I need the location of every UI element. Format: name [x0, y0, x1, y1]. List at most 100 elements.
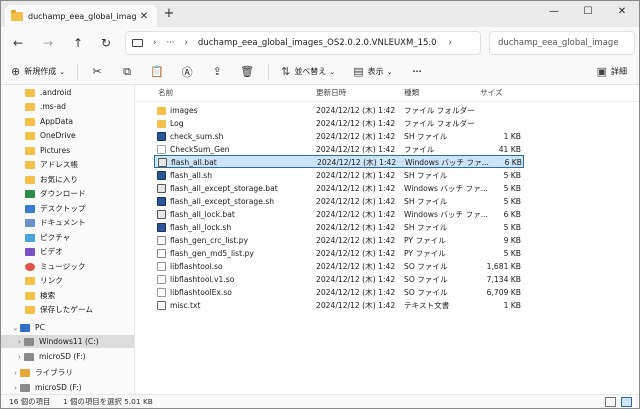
sidebar-item-links[interactable]: リンク	[1, 274, 134, 287]
file-row[interactable]: misc.txt 2024/12/12 (木) 1:42 テキスト文書 1 KB	[154, 299, 524, 312]
library-file-icon	[157, 262, 166, 271]
chevron-right-icon[interactable]: ›	[11, 369, 20, 377]
file-row[interactable]: flash_all_lock.sh 2024/12/12 (木) 1:42 SH…	[154, 221, 524, 234]
chevron-right-icon[interactable]: ›	[15, 338, 24, 346]
file-date: 2024/12/12 (木) 1:42	[316, 184, 396, 193]
sidebar-item-documents[interactable]: ドキュメント	[1, 216, 134, 229]
file-size: 7,134 KB	[486, 275, 521, 284]
file-row[interactable]: flash_gen_md5_list.py 2024/12/12 (木) 1:4…	[154, 247, 524, 260]
paste-icon[interactable]: 📋	[142, 65, 172, 78]
view-button[interactable]: ▤ 表示 ⌄	[353, 65, 392, 78]
sort-button[interactable]: ⇅ 並べ替え ⌄	[281, 65, 335, 78]
library-icon	[20, 368, 30, 377]
sidebar-item-downloads[interactable]: ダウンロード	[1, 187, 134, 200]
sidebar-item-saved-games[interactable]: 保存したゲーム	[1, 303, 134, 316]
file-date: 2024/12/12 (木) 1:42	[316, 262, 396, 271]
search-input[interactable]: duchamp_eea_global_image	[489, 31, 635, 55]
chevron-down-icon: ⌄	[329, 67, 336, 76]
address-separator-icon[interactable]: ›	[449, 38, 452, 48]
file-name: flash_all_except_storage.bat	[170, 184, 278, 193]
chevron-down-icon[interactable]: ⌄	[11, 324, 20, 332]
python-file-icon	[157, 249, 166, 258]
sidebar-item-appdata[interactable]: AppData	[1, 115, 134, 128]
address-bar[interactable]: › ··· › duchamp_eea_global_images_OS2.0.…	[125, 31, 481, 55]
folder-icon	[25, 117, 35, 126]
minimize-button[interactable]: —	[539, 3, 569, 21]
file-date: 2024/12/12 (木) 1:42	[316, 223, 396, 232]
file-row[interactable]: flash_all_except_storage.sh 2024/12/12 (…	[154, 195, 524, 208]
address-separator-icon[interactable]: ›	[153, 38, 156, 48]
file-row[interactable]: libflashtool.v1.so 2024/12/12 (木) 1:42 S…	[154, 273, 524, 286]
folder-icon	[25, 160, 35, 169]
column-header-date[interactable]: 更新日時	[316, 85, 346, 101]
shell-script-icon	[157, 171, 166, 180]
tab-close-icon[interactable]: ✕	[137, 11, 151, 22]
file-row[interactable]: flash_gen_crc_list.py 2024/12/12 (木) 1:4…	[154, 234, 524, 247]
copy-icon[interactable]: ⧉	[112, 65, 142, 79]
address-separator-icon[interactable]: ›	[185, 38, 188, 48]
sidebar-item-microsd-root[interactable]: › microSD (F:)	[1, 381, 134, 394]
tiles-view-button[interactable]	[621, 397, 632, 407]
navigation-bar: ← → ↑ ↻ › ··· › duchamp_eea_global_image…	[1, 27, 639, 59]
sidebar-item-pc[interactable]: ⌄ PC	[1, 321, 134, 334]
details-pane-icon: ▣	[596, 65, 607, 78]
sidebar-item-address-book[interactable]: アドレス帳	[1, 158, 134, 171]
sidebar-item-videos[interactable]: ビデオ	[1, 245, 134, 258]
file-row[interactable]: Log 2024/12/12 (木) 1:42 ファイル フォルダー	[154, 117, 524, 130]
sidebar-item-android[interactable]: .android	[1, 86, 134, 99]
file-row[interactable]: flash_all.sh 2024/12/12 (木) 1:42 SH ファイル…	[154, 169, 524, 182]
file-row-selected[interactable]: flash_all.bat 2024/12/12 (木) 1:42 Window…	[154, 155, 524, 168]
cut-icon[interactable]: ✂	[82, 65, 112, 78]
delete-icon[interactable]: 🗑	[232, 65, 262, 78]
close-button[interactable]: ✕	[607, 3, 637, 21]
sidebar-item-onedrive[interactable]: OneDrive	[1, 129, 134, 142]
forward-button[interactable]: →	[39, 34, 57, 52]
file-row[interactable]: libflashtool.so 2024/12/12 (木) 1:42 SO フ…	[154, 260, 524, 273]
file-name: flash_all.bat	[171, 158, 217, 167]
details-view-button[interactable]	[605, 397, 616, 407]
sidebar-item-microsd-drive[interactable]: › microSD (F:)	[1, 350, 134, 363]
sidebar-item-pictures-library[interactable]: ピクチャ	[1, 231, 134, 244]
column-header-size[interactable]: サイズ	[480, 85, 503, 101]
chevron-right-icon[interactable]: ›	[15, 353, 24, 361]
file-row[interactable]: flash_all_lock.bat 2024/12/12 (木) 1:42 W…	[154, 208, 524, 221]
view-icon: ▤	[353, 65, 364, 78]
up-button[interactable]: ↑	[69, 34, 87, 52]
tab-active[interactable]: duchamp_eea_global_images_ ✕	[5, 5, 157, 27]
sidebar-item-windows11-drive[interactable]: › Windows11 (C:)	[1, 335, 134, 348]
rename-icon[interactable]: Ⓐ	[172, 64, 202, 80]
sidebar-item-desktop[interactable]: デスクトップ	[1, 202, 134, 215]
file-row[interactable]: check_sum.sh 2024/12/12 (木) 1:42 SH ファイル…	[154, 130, 524, 143]
maximize-button[interactable]: ☐	[573, 3, 603, 21]
folder-icon	[25, 102, 35, 111]
text-file-icon	[157, 301, 166, 310]
refresh-button[interactable]: ↻	[97, 34, 115, 52]
file-name: libflashtool.so	[170, 262, 223, 271]
sidebar-item-libraries[interactable]: › ライブラリ	[1, 366, 134, 379]
details-button-label: 詳細	[611, 67, 627, 76]
details-pane-button[interactable]: ▣ 詳細	[597, 65, 627, 78]
sidebar-item-searches[interactable]: 検索	[1, 289, 134, 302]
back-button[interactable]: ←	[9, 34, 27, 52]
sidebar-item-music[interactable]: ミュージック	[1, 260, 134, 273]
sidebar-item-pictures[interactable]: Pictures	[1, 144, 134, 157]
chevron-right-icon[interactable]: ›	[11, 384, 20, 392]
file-row[interactable]: images 2024/12/12 (木) 1:42 ファイル フォルダー	[154, 104, 524, 117]
new-tab-button[interactable]: +	[161, 6, 177, 22]
sidebar-item-ms-ad[interactable]: .ms-ad	[1, 100, 134, 113]
new-button[interactable]: ⊕ 新規作成 ⌄	[11, 65, 65, 78]
address-path[interactable]: duchamp_eea_global_images_OS2.0.2.0.VNLE…	[198, 38, 437, 48]
file-row[interactable]: libflashtoolEx.so 2024/12/12 (木) 1:42 SO…	[154, 286, 524, 299]
video-icon	[25, 247, 35, 256]
address-overflow-button[interactable]: ···	[166, 38, 174, 48]
sidebar-item-favorites[interactable]: お気に入り	[1, 173, 134, 186]
sidebar-item-label: ピクチャ	[40, 233, 71, 242]
more-options-button[interactable]: ···	[412, 67, 421, 76]
column-header-type[interactable]: 種類	[404, 85, 419, 101]
column-header-name[interactable]: 名前	[158, 85, 173, 101]
file-size: 6 KB	[504, 158, 522, 167]
file-name: images	[170, 106, 198, 115]
file-row[interactable]: flash_all_except_storage.bat 2024/12/12 …	[154, 182, 524, 195]
file-icon	[157, 145, 166, 154]
share-icon[interactable]: ⇪	[202, 65, 232, 78]
